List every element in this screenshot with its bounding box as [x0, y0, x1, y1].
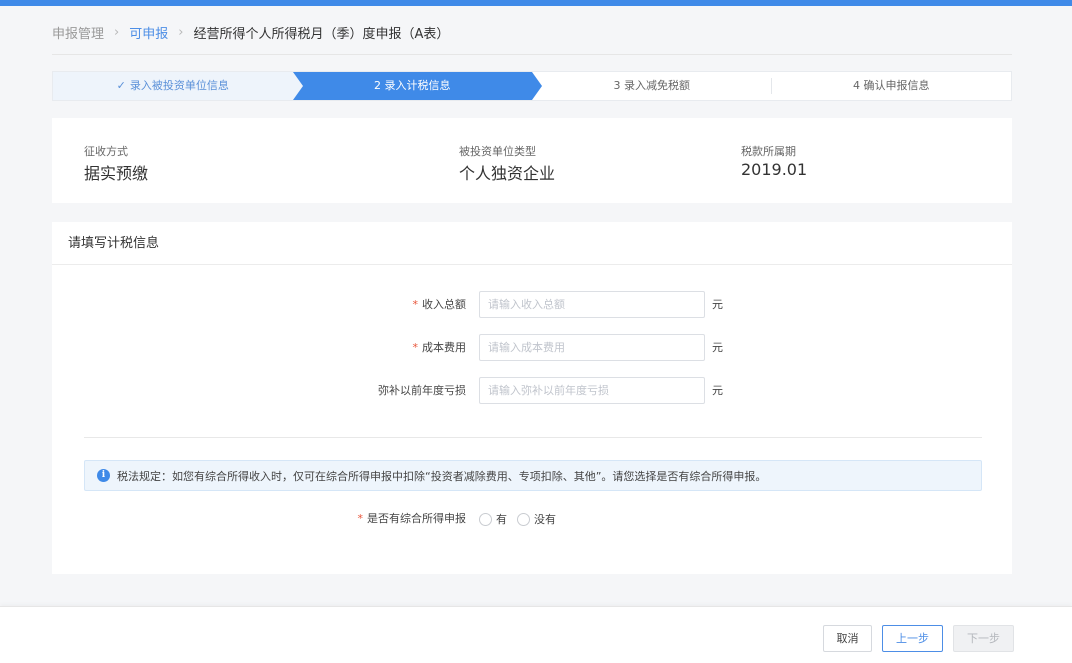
next-step-button[interactable]: 下一步: [953, 625, 1014, 652]
breadcrumb-separator-icon: ›: [114, 24, 120, 40]
radio-option-yes-label: 有: [496, 513, 507, 526]
comprehensive-income-radio-group: 有 没有: [479, 509, 566, 529]
total-income-input[interactable]: [479, 291, 705, 318]
required-mark: *: [412, 298, 419, 311]
step-3-label: 3 录入减免税额: [613, 79, 691, 92]
required-mark: *: [357, 512, 364, 525]
declaration-summary: 征收方式 据实预缴 被投资单位类型 个人独资企业 税款所属期 2019.01: [52, 118, 1012, 203]
total-income-label: * 收入总额: [413, 291, 467, 319]
collection-method-label: 征收方式: [84, 145, 128, 158]
tax-period-value: 2019.01: [741, 160, 808, 179]
top-accent-bar: [0, 0, 1072, 6]
step-1-label: 录入被投资单位信息: [129, 79, 229, 92]
step-divider-icon: [762, 78, 772, 94]
cost-expense-input[interactable]: [479, 334, 705, 361]
breadcrumb-divider: [52, 54, 1012, 55]
radio-option-yes[interactable]: 有: [479, 511, 507, 527]
prior-loss-input[interactable]: [479, 377, 705, 404]
prior-loss-unit: 元: [712, 384, 723, 397]
tax-period: 税款所属期 2019.01: [741, 143, 807, 179]
cost-expense-label-text: 成本费用: [422, 341, 466, 354]
radio-option-no-label: 没有: [534, 513, 556, 526]
step-progress: ✓ 录入被投资单位信息 2 录入计税信息 3 录入减免税额 4 确认申报信息: [52, 71, 1012, 101]
collection-method: 征收方式 据实预缴: [84, 143, 148, 184]
breadcrumb-item-current: 经营所得个人所得税月（季）度申报（A表）: [193, 26, 450, 42]
step-3: 3 录入减免税额: [532, 72, 772, 100]
form-title: 请填写计税信息: [52, 222, 1012, 265]
notice-text: 税法规定：如您有综合所得收入时，仅可在综合所得申报中扣除“投资者减除费用、专项扣…: [117, 469, 767, 483]
breadcrumb-separator-icon: ›: [178, 24, 184, 40]
prior-loss-row: 弥补以前年度亏损 元: [52, 377, 1012, 405]
comprehensive-income-label: * 是否有综合所得申报: [358, 509, 467, 529]
tax-info-form: 请填写计税信息 *收入总额 元 *成本费用 元 弥补以前年度亏损 元 i 税法规…: [52, 222, 1012, 574]
entity-type-label: 被投资单位类型: [459, 145, 536, 158]
radio-circle-icon[interactable]: [517, 512, 530, 526]
entity-type-value: 个人独资企业: [459, 164, 556, 183]
required-mark: *: [412, 341, 419, 354]
entity-type: 被投资单位类型 个人独资企业: [459, 143, 555, 184]
cost-expense-row: *成本费用 元: [52, 334, 1012, 362]
radio-option-no[interactable]: 没有: [517, 511, 556, 527]
prior-loss-label: 弥补以前年度亏损: [378, 384, 466, 397]
cancel-button[interactable]: 取消: [823, 625, 872, 652]
total-income-label-text: 收入总额: [422, 298, 466, 311]
step-2: 2 录入计税信息: [292, 72, 542, 100]
form-divider: [84, 437, 982, 438]
total-income-unit: 元: [712, 298, 723, 311]
breadcrumb-item-declarable[interactable]: 可申报: [129, 23, 168, 42]
collection-method-value: 据实预缴: [84, 164, 149, 183]
breadcrumb-item-declaration-management[interactable]: 申报管理: [52, 23, 104, 42]
step-2-label: 2 录入计税信息: [374, 79, 451, 92]
footer-action-bar: 取消 上一步 下一步: [0, 606, 1072, 663]
info-icon: i: [97, 469, 110, 482]
check-icon: ✓: [116, 79, 126, 92]
tax-law-notice: i 税法规定：如您有综合所得收入时，仅可在综合所得申报中扣除“投资者减除费用、专…: [84, 460, 982, 491]
step-4-label: 4 确认申报信息: [853, 79, 930, 92]
cost-expense-label: * 成本费用: [413, 334, 467, 362]
step-1[interactable]: ✓ 录入被投资单位信息: [53, 72, 293, 100]
radio-circle-icon[interactable]: [479, 512, 492, 526]
tax-period-label: 税款所属期: [741, 145, 796, 158]
comprehensive-income-label-text: 是否有综合所得申报: [367, 512, 466, 525]
previous-step-button[interactable]: 上一步: [882, 625, 943, 652]
total-income-row: *收入总额 元: [52, 291, 1012, 319]
step-4: 4 确认申报信息: [772, 72, 1012, 100]
breadcrumb: 申报管理 › 可申报 › 经营所得个人所得税月（季）度申报（A表）: [52, 22, 449, 42]
comprehensive-income-row: * 是否有综合所得申报 有 没有: [52, 509, 1012, 529]
cost-expense-unit: 元: [712, 341, 723, 354]
